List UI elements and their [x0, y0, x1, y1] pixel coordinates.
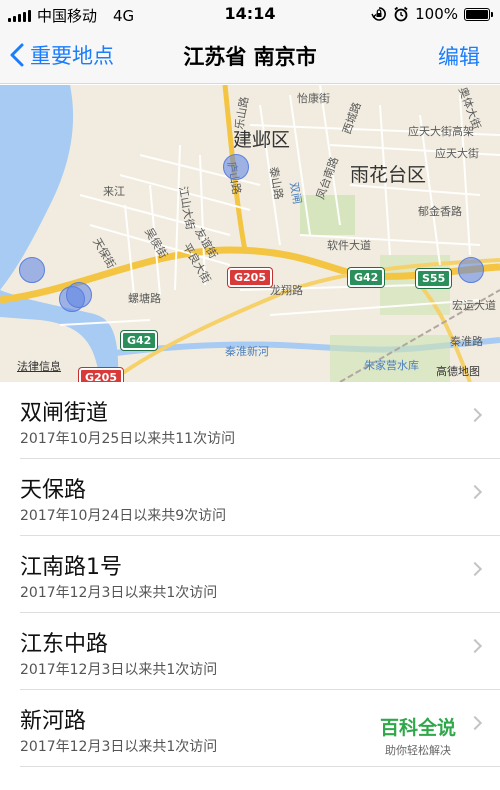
place-visits: 2017年12月3日以来共1次访问: [20, 662, 218, 678]
road-shield: S55: [416, 269, 452, 288]
watermark-subtitle: 助你轻松解决: [384, 744, 451, 757]
place-name: 双闸街道: [20, 401, 109, 426]
map-location-marker[interactable]: [19, 257, 45, 283]
map-place-label: 秦淮新河: [225, 345, 269, 358]
back-button[interactable]: 重要地点: [10, 40, 114, 70]
map-district-label: 雨花台区: [350, 164, 427, 186]
map-place-label: 软件大道: [327, 239, 371, 252]
network-label: 4G: [113, 6, 135, 25]
chevron-right-icon: [467, 407, 483, 423]
divider: [20, 766, 500, 767]
map-location-marker[interactable]: [66, 282, 92, 308]
back-button-label: 重要地点: [30, 44, 114, 68]
place-name: 江东中路: [20, 632, 109, 657]
legal-info-link[interactable]: 法律信息: [17, 358, 61, 374]
place-name: 天保路: [20, 478, 87, 503]
battery-icon: [464, 7, 493, 21]
place-visits: 2017年12月3日以来共1次访问: [20, 739, 218, 755]
status-right: 100%: [371, 5, 493, 23]
road-shield: G205: [79, 368, 123, 382]
carrier-label: 中国移动: [37, 7, 98, 25]
list-item[interactable]: 双闸街道 2017年10月25日以来共11次访问: [0, 382, 500, 459]
map-place-label: 怡康街: [297, 92, 330, 105]
road-shield: G42: [348, 268, 385, 287]
map-location-marker[interactable]: [458, 257, 484, 283]
chevron-right-icon: [467, 715, 483, 731]
map-view[interactable]: 建邺区 雨花台区 怡康街 应天大街高架 乐山路 西城路 应天大街 凤台南路 奥体…: [0, 85, 500, 382]
watermark-logo: 百科全说 助你轻松解决: [380, 713, 456, 758]
list-item[interactable]: 江南路1号 2017年12月3日以来共1次访问: [0, 536, 500, 613]
alarm-icon: [394, 6, 408, 22]
status-left: 中国移动 4G: [8, 5, 134, 26]
map-place-label: 龙翔路: [270, 284, 303, 297]
place-name: 新河路: [20, 709, 87, 734]
watermark-title: 百科全说: [379, 717, 456, 739]
places-list: 双闸街道 2017年10月25日以来共11次访问 天保路 2017年10月24日…: [0, 382, 500, 767]
place-visits: 2017年12月3日以来共1次访问: [20, 585, 218, 601]
place-visits: 2017年10月25日以来共11次访问: [20, 431, 236, 447]
map-place-label: 来江: [103, 185, 125, 198]
signal-icon: [8, 9, 31, 22]
battery-percent: 100%: [415, 5, 458, 23]
navigation-bar: 重要地点 江苏省 南京市 编辑: [0, 28, 500, 84]
battery-level: [466, 9, 488, 19]
chevron-right-icon: [467, 484, 483, 500]
chevron-right-icon: [467, 638, 483, 654]
map-place-label: 秦淮路: [450, 335, 483, 348]
rotation-lock-icon: [371, 7, 387, 21]
map-place-label: 郁金香路: [418, 205, 462, 218]
map-place-label: 朱家营水库: [364, 359, 419, 372]
status-bar: 中国移动 4G 14:14 100%: [0, 0, 500, 28]
place-name: 江南路1号: [20, 555, 122, 580]
road-shield: G205: [228, 268, 272, 287]
chevron-left-icon: [10, 43, 24, 67]
map-place-label: 应天大街高架: [408, 125, 474, 138]
map-location-marker[interactable]: [223, 154, 249, 180]
chevron-right-icon: [467, 561, 483, 577]
edit-button[interactable]: 编辑: [438, 41, 480, 71]
list-item[interactable]: 天保路 2017年10月24日以来共9次访问: [0, 459, 500, 536]
list-item[interactable]: 江东中路 2017年12月3日以来共1次访问: [0, 613, 500, 690]
map-place-label: 宏运大道: [452, 299, 496, 312]
place-visits: 2017年10月24日以来共9次访问: [20, 508, 227, 524]
map-place-label: 螺塘路: [128, 292, 161, 305]
road-shield: G42: [121, 331, 158, 350]
map-attribution: 高德地图: [436, 365, 480, 378]
map-place-label: 应天大街: [435, 147, 479, 160]
